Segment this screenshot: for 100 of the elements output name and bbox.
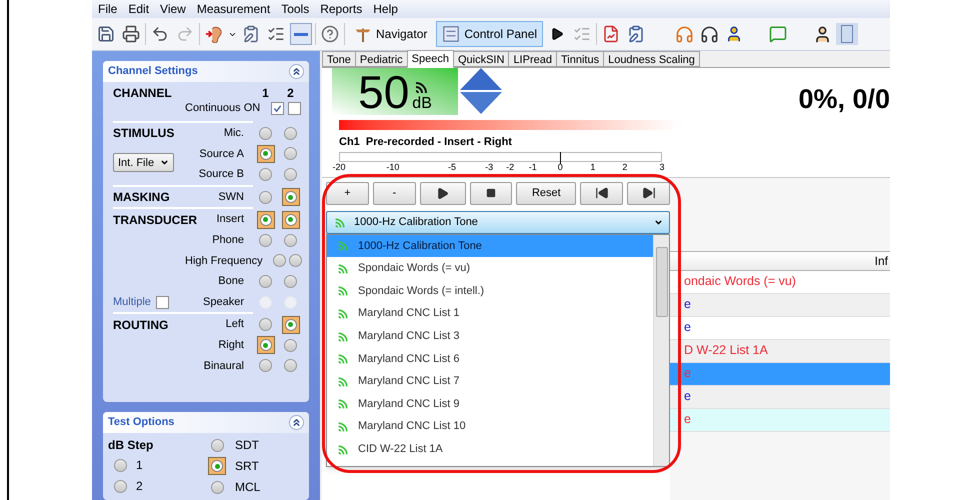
radio-button[interactable] bbox=[284, 147, 297, 160]
radio-button[interactable] bbox=[210, 438, 224, 452]
skip-back-icon bbox=[594, 186, 609, 200]
radio-button[interactable] bbox=[256, 210, 274, 229]
dropdown-option[interactable]: 1000-Hz Calibration Tone bbox=[327, 234, 653, 258]
radio-button[interactable] bbox=[284, 338, 297, 352]
row-label: Bone bbox=[217, 274, 245, 290]
dropdown-option[interactable]: Spondaic Words (= vu) bbox=[327, 257, 653, 280]
material-dropdown[interactable]: 1000-Hz Calibration Tone bbox=[326, 210, 670, 234]
player-button[interactable]: Reset bbox=[516, 182, 576, 204]
dropdown-option[interactable]: Maryland CNC List 6 bbox=[327, 347, 653, 370]
table-cell-text: ondaic Words (= vu) bbox=[684, 273, 796, 290]
toolbar-button[interactable]: Control Panel bbox=[436, 21, 544, 47]
scale-label: -2 bbox=[506, 162, 514, 172]
row-label: Continuous ON bbox=[185, 101, 262, 116]
radio-button[interactable] bbox=[282, 188, 300, 206]
radio-button[interactable] bbox=[259, 274, 272, 288]
tab[interactable]: QuickSIN bbox=[452, 51, 510, 67]
table-row[interactable]: e bbox=[670, 408, 890, 432]
radio-button[interactable] bbox=[288, 254, 302, 268]
dropdown-option[interactable]: CID W-22 List 1A bbox=[327, 438, 653, 460]
menu-item[interactable]: Measurement bbox=[196, 0, 270, 18]
radio-button[interactable] bbox=[282, 316, 300, 334]
collapse-button[interactable] bbox=[289, 64, 304, 79]
dropdown-option[interactable]: Maryland CNC List 1 bbox=[327, 302, 653, 325]
tab[interactable]: Speech bbox=[406, 50, 454, 68]
menu-item[interactable]: Tools bbox=[281, 0, 310, 18]
tab[interactable]: Loudness Scaling bbox=[603, 51, 700, 67]
radio-button[interactable] bbox=[272, 254, 286, 268]
scale-label: 0 bbox=[558, 162, 563, 172]
radio-button[interactable] bbox=[284, 126, 297, 140]
radio-button[interactable] bbox=[208, 457, 226, 476]
table-row[interactable]: ondaic Words (= vu) bbox=[670, 270, 890, 294]
collapse-button[interactable] bbox=[289, 415, 304, 430]
radio-button[interactable] bbox=[256, 144, 274, 163]
radio-button[interactable] bbox=[210, 480, 224, 494]
tab[interactable]: Tone bbox=[322, 51, 356, 67]
channel-info: Ch1 Pre-recorded - Insert - Right bbox=[339, 135, 513, 150]
tab[interactable]: Tinnitus bbox=[556, 51, 604, 67]
player-button[interactable]: + bbox=[326, 182, 369, 204]
dropdown-option[interactable]: Maryland CNC List 7 bbox=[327, 370, 653, 393]
table-cell-text: D W-22 List 1A bbox=[684, 342, 768, 360]
print-icon[interactable] bbox=[120, 23, 142, 45]
section-heading: MASKING bbox=[113, 189, 170, 206]
scale-label: -3 bbox=[485, 162, 494, 172]
row-label: Speaker bbox=[202, 294, 245, 310]
menu-item[interactable]: File bbox=[98, 0, 118, 18]
tab[interactable]: Pediatric bbox=[354, 51, 408, 67]
section-heading: CHANNEL bbox=[113, 84, 173, 102]
table-row[interactable]: D W-22 List 1A bbox=[670, 340, 890, 362]
section-heading: TRANSDUCER bbox=[113, 212, 197, 229]
toolbar-button[interactable]: Navigator bbox=[348, 21, 434, 47]
radio-button[interactable] bbox=[259, 126, 272, 140]
radio-button[interactable] bbox=[259, 168, 272, 181]
scrollbar[interactable] bbox=[653, 234, 669, 466]
level-unit: dB bbox=[412, 95, 432, 112]
player-button[interactable] bbox=[470, 182, 512, 204]
level-stepper[interactable] bbox=[460, 68, 502, 114]
menu-item[interactable]: Edit bbox=[128, 0, 150, 18]
form-icon[interactable] bbox=[290, 23, 312, 45]
panel-icon[interactable] bbox=[836, 23, 858, 45]
radio-button[interactable] bbox=[284, 168, 297, 181]
radio-button[interactable] bbox=[284, 234, 297, 247]
radio-button[interactable] bbox=[114, 480, 127, 493]
radio-button[interactable] bbox=[284, 359, 297, 372]
dropdown-option[interactable]: Maryland CNC List 10 bbox=[327, 415, 653, 438]
dropdown-option[interactable]: Spondaic Words (= intell.) bbox=[327, 280, 653, 302]
table-row[interactable]: e bbox=[670, 316, 890, 340]
scale-label: -1 bbox=[528, 162, 537, 172]
dropdown-option[interactable]: Maryland CNC List 3 bbox=[327, 324, 653, 348]
menu-item[interactable]: Reports bbox=[320, 0, 362, 18]
checkbox[interactable] bbox=[271, 102, 284, 115]
radio-button[interactable] bbox=[259, 190, 272, 204]
table-row[interactable]: e bbox=[670, 294, 890, 316]
player-button[interactable] bbox=[420, 182, 466, 204]
radio-button[interactable] bbox=[284, 274, 297, 288]
column-header: 1 bbox=[261, 84, 270, 102]
source-dropdown[interactable]: Int. File bbox=[113, 153, 174, 172]
checkbox[interactable] bbox=[288, 102, 302, 115]
player-button[interactable] bbox=[580, 182, 624, 204]
player-button[interactable] bbox=[627, 182, 670, 204]
menu-item[interactable]: View bbox=[160, 0, 186, 18]
menu-item[interactable]: Help bbox=[373, 0, 398, 18]
radio-button[interactable] bbox=[256, 336, 274, 354]
dropdown-option[interactable]: Maryland CNC List 9 bbox=[327, 392, 653, 416]
row-label: Source B bbox=[198, 167, 245, 182]
row-label: Phone bbox=[211, 233, 245, 248]
radio-button[interactable] bbox=[259, 234, 272, 247]
tab[interactable]: LIPread bbox=[508, 51, 557, 67]
help-icon[interactable] bbox=[319, 23, 341, 45]
radio-button[interactable] bbox=[259, 359, 272, 372]
panel-icon bbox=[442, 25, 460, 43]
radio-button[interactable] bbox=[282, 210, 300, 229]
radio-button[interactable] bbox=[114, 458, 127, 472]
table-cell-text: e bbox=[684, 411, 691, 428]
checkbox-label: Multiple bbox=[113, 294, 151, 310]
caret-icon bbox=[654, 218, 663, 226]
radio-button[interactable] bbox=[259, 318, 272, 332]
player-button[interactable]: - bbox=[372, 182, 416, 204]
table-row[interactable]: e bbox=[670, 386, 890, 408]
